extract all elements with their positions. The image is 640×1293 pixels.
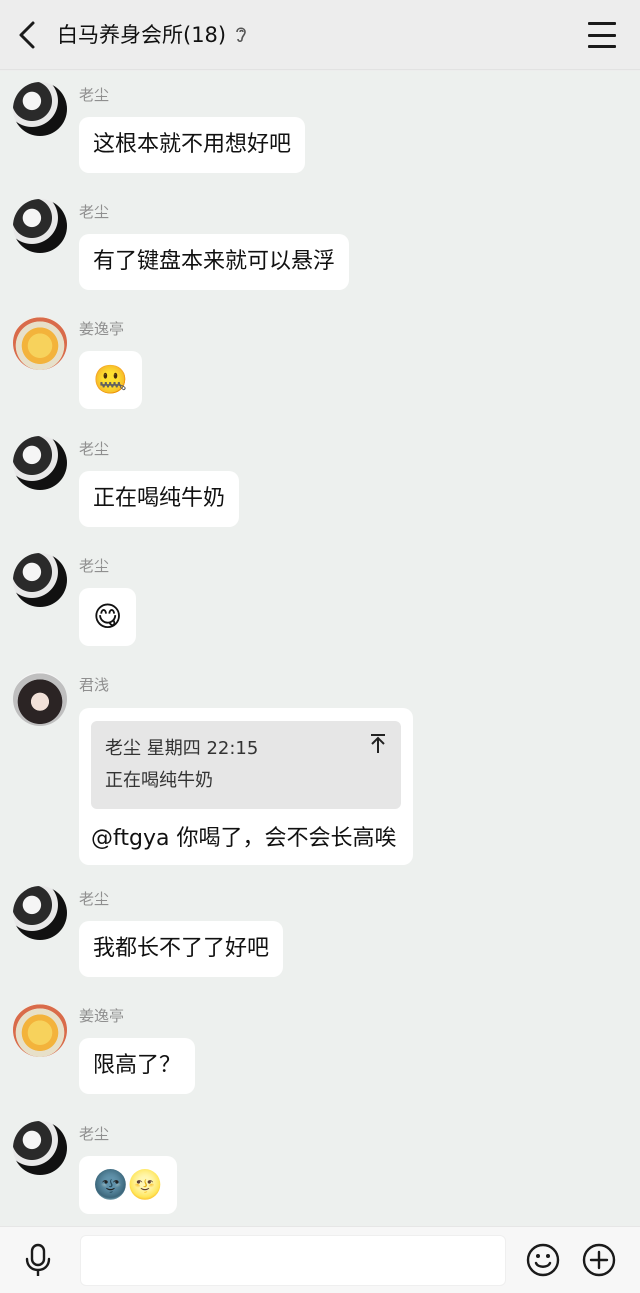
chevron-left-icon: [19, 21, 35, 49]
sender-name: 姜逸亭: [79, 1007, 125, 1025]
avatar[interactable]: [13, 316, 67, 370]
message-bubble[interactable]: 有了键盘本来就可以悬浮: [79, 234, 350, 290]
quote-text: 正在喝纯牛奶: [105, 770, 213, 791]
avatar[interactable]: [13, 1121, 67, 1175]
sender-name: 姜逸亭: [79, 320, 125, 338]
reply-text: @ftgya 你喝了，会不会长高唉: [91, 826, 397, 851]
message-input[interactable]: [80, 1235, 506, 1286]
chat-title-wrap: 白马养身会所(18): [57, 19, 248, 51]
quote-meta: 老尘 星期四 22:15: [105, 738, 259, 759]
ear-icon: [234, 25, 248, 45]
sender-name: 君浅: [79, 676, 110, 694]
message-bubble[interactable]: 这根本就不用想好吧: [79, 117, 306, 173]
smiley-icon[interactable]: [525, 1242, 561, 1278]
message-list[interactable]: 老尘 这根本就不用想好吧 老尘 有了键盘本来就可以悬浮 姜逸亭 🤐 老尘 正在喝…: [0, 71, 640, 1226]
menu-icon: [588, 22, 616, 25]
sender-name: 老尘: [79, 440, 110, 458]
input-bar: [0, 1226, 640, 1293]
message-bubble[interactable]: 限高了？: [79, 1038, 196, 1094]
jump-to-top-icon[interactable]: [369, 733, 387, 755]
sender-name: 老尘: [79, 557, 110, 575]
chat-title: 白马养身会所(18): [57, 23, 227, 47]
microphone-icon[interactable]: [20, 1242, 56, 1278]
avatar[interactable]: [13, 672, 67, 726]
menu-button[interactable]: [588, 22, 616, 48]
sender-name: 老尘: [79, 86, 110, 104]
chat-header: 白马养身会所(18): [0, 0, 640, 70]
avatar[interactable]: [13, 436, 67, 490]
sender-name: 老尘: [79, 1125, 110, 1143]
reply-bubble[interactable]: 老尘 星期四 22:15 正在喝纯牛奶 @ftgya 你喝了，会不会长高唉: [79, 708, 413, 865]
emoji-bubble[interactable]: 🤐: [79, 351, 142, 409]
emoji-bubble[interactable]: 😋: [79, 588, 137, 646]
message-bubble[interactable]: 我都长不了了好吧: [79, 921, 284, 977]
sender-name: 老尘: [79, 203, 110, 221]
avatar[interactable]: [13, 199, 67, 253]
message-bubble[interactable]: 正在喝纯牛奶: [79, 471, 240, 527]
back-button[interactable]: [10, 17, 44, 53]
quoted-message[interactable]: 老尘 星期四 22:15 正在喝纯牛奶: [91, 721, 401, 809]
emoji-bubble[interactable]: 🌚🌝: [79, 1156, 177, 1214]
avatar[interactable]: [13, 553, 67, 607]
avatar[interactable]: [13, 1003, 67, 1057]
plus-circle-icon[interactable]: [581, 1242, 617, 1278]
avatar[interactable]: [13, 82, 67, 136]
avatar[interactable]: [13, 886, 67, 940]
sender-name: 老尘: [79, 890, 110, 908]
